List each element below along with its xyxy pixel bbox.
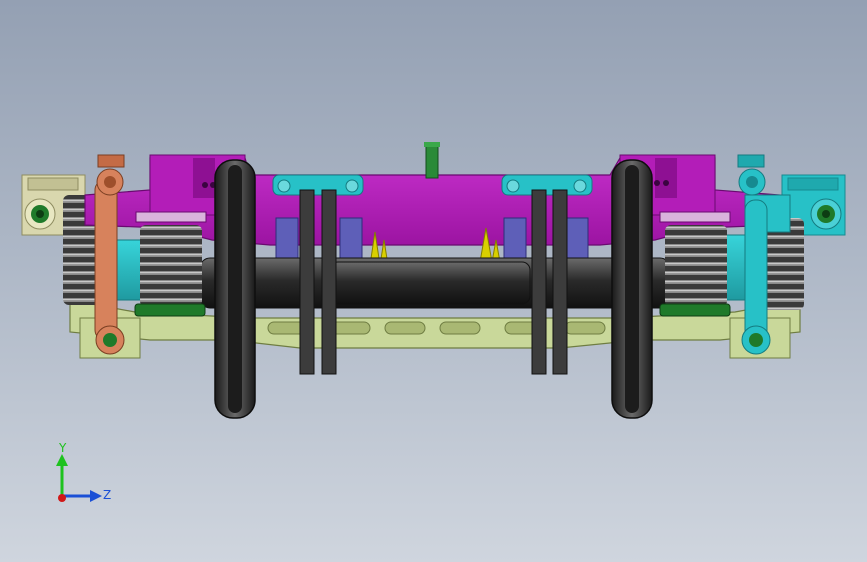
end-bush-left bbox=[24, 198, 56, 230]
bogie-3d-model[interactable] bbox=[0, 0, 867, 562]
inner-spring-right bbox=[665, 225, 727, 307]
wheel-right bbox=[611, 159, 653, 419]
wheel-left bbox=[214, 159, 256, 419]
graphics-viewport[interactable]: Y Z bbox=[0, 0, 867, 562]
center-pin bbox=[424, 142, 440, 179]
axis-triad-icon: Y Z bbox=[56, 441, 111, 502]
inner-spring-left bbox=[140, 225, 202, 307]
end-bush-right bbox=[810, 198, 842, 230]
triad-z-label: Z bbox=[103, 488, 111, 502]
triad-y-label: Y bbox=[58, 441, 67, 455]
wheel-axle bbox=[199, 257, 671, 309]
